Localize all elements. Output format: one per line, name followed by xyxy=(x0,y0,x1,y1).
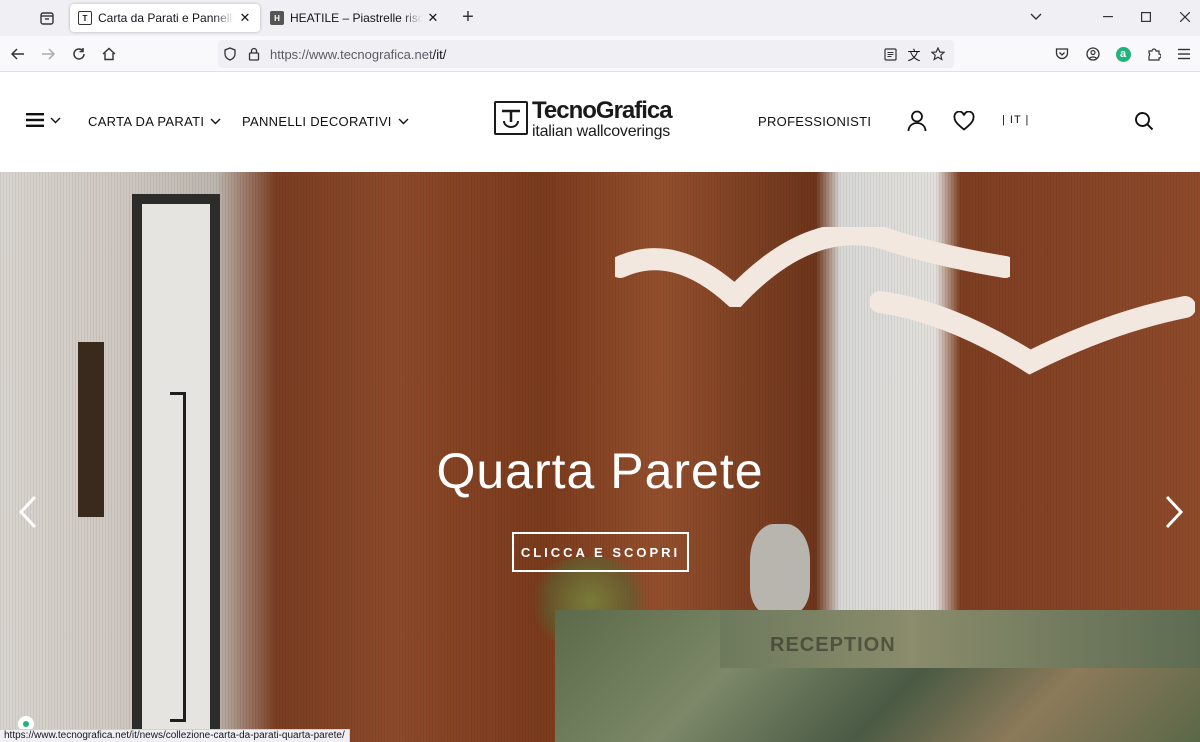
hero-pendant-lamp-image xyxy=(870,291,1195,375)
browser-tab-bar: T Carta da Parati e Pannelli Decorativi … xyxy=(0,0,1200,36)
close-tab-icon[interactable]: ✕ xyxy=(426,10,440,26)
tab-title: HEATILE – Piastrelle riscaldanti di desi… xyxy=(290,11,422,25)
url-host: https://www.tecnografica.net xyxy=(270,46,433,62)
hero-vase-image xyxy=(750,524,810,614)
browser-nav-bar: https://www.tecnografica.net/it/ 文 a xyxy=(0,36,1200,72)
extension-a-icon[interactable]: a xyxy=(1110,41,1136,67)
lock-icon[interactable] xyxy=(242,40,266,68)
url-text[interactable]: https://www.tecnografica.net/it/ xyxy=(270,47,446,62)
hero-title: Quarta Parete xyxy=(436,443,764,499)
reload-icon[interactable] xyxy=(66,41,92,67)
tecnografica-favicon-icon: T xyxy=(78,11,92,25)
minimize-window-icon[interactable] xyxy=(1093,6,1123,28)
hero-slider: RECEPTION Quarta Parete CLICCA E SCOPRI xyxy=(0,172,1200,742)
home-icon[interactable] xyxy=(96,41,122,67)
logo-brand: TecnoGrafica xyxy=(532,97,673,124)
main-menu-button[interactable] xyxy=(26,112,61,128)
chevron-down-icon xyxy=(50,117,61,123)
tab-heatile[interactable]: H HEATILE – Piastrelle riscaldanti di de… xyxy=(262,4,448,32)
slider-next-arrow-icon[interactable] xyxy=(1160,492,1188,532)
bookmark-star-icon[interactable] xyxy=(926,40,950,68)
language-selector[interactable]: | IT | xyxy=(1002,114,1029,126)
tracking-protection-shield-icon[interactable] xyxy=(218,40,242,68)
pocket-icon[interactable] xyxy=(1049,41,1075,67)
tecnografica-logo[interactable]: TecnoGrafica italian wallcoverings xyxy=(494,97,673,140)
tab-title: Carta da Parati e Pannelli Decorativi xyxy=(98,11,234,25)
chevron-down-icon xyxy=(398,118,409,125)
close-window-icon[interactable] xyxy=(1170,6,1200,28)
browser-status-url: https://www.tecnografica.net/it/news/col… xyxy=(0,729,350,742)
list-all-tabs-icon[interactable] xyxy=(1021,6,1051,28)
logo-t-mark-icon xyxy=(494,101,528,135)
nav-pannelli-decorativi[interactable]: PANNELLI DECORATIVI xyxy=(242,114,409,129)
account-icon[interactable] xyxy=(1080,41,1106,67)
back-arrow-icon[interactable] xyxy=(5,41,31,67)
wishlist-heart-icon[interactable] xyxy=(951,108,977,134)
site-header: CARTA DA PARATI PANNELLI DECORATIVI Tecn… xyxy=(0,72,1200,172)
app-menu-icon[interactable] xyxy=(1171,41,1197,67)
search-icon[interactable] xyxy=(1131,108,1157,134)
hamburger-icon xyxy=(26,113,44,127)
slider-prev-arrow-icon[interactable] xyxy=(14,492,42,532)
hero-cta-button[interactable]: CLICCA E SCOPRI xyxy=(512,532,689,572)
nav-label: CARTA DA PARATI xyxy=(88,114,205,129)
nav-professionisti[interactable]: PROFESSIONISTI xyxy=(758,114,871,129)
nav-label: PANNELLI DECORATIVI xyxy=(242,114,392,129)
maximize-window-icon[interactable] xyxy=(1131,6,1161,28)
tab-groups-icon[interactable] xyxy=(33,6,61,30)
chevron-down-icon xyxy=(210,118,221,125)
translate-icon[interactable]: 文 xyxy=(902,40,926,68)
new-tab-button[interactable]: + xyxy=(458,7,478,29)
url-path: /it/ xyxy=(432,46,447,62)
address-bar[interactable]: https://www.tecnografica.net/it/ 文 xyxy=(218,40,954,68)
close-tab-icon[interactable]: ✕ xyxy=(238,10,252,26)
hero-reception-sign: RECEPTION xyxy=(770,634,896,656)
heatile-favicon-icon: H xyxy=(270,11,284,25)
tab-tecnografica[interactable]: T Carta da Parati e Pannelli Decorativi … xyxy=(70,4,260,32)
nav-carta-da-parati[interactable]: CARTA DA PARATI xyxy=(88,114,221,129)
user-account-icon[interactable] xyxy=(904,108,930,134)
forward-arrow-icon[interactable] xyxy=(35,41,61,67)
logo-tagline: italian wallcoverings xyxy=(532,123,671,140)
extensions-puzzle-icon[interactable] xyxy=(1141,41,1167,67)
reader-view-icon[interactable] xyxy=(878,40,902,68)
